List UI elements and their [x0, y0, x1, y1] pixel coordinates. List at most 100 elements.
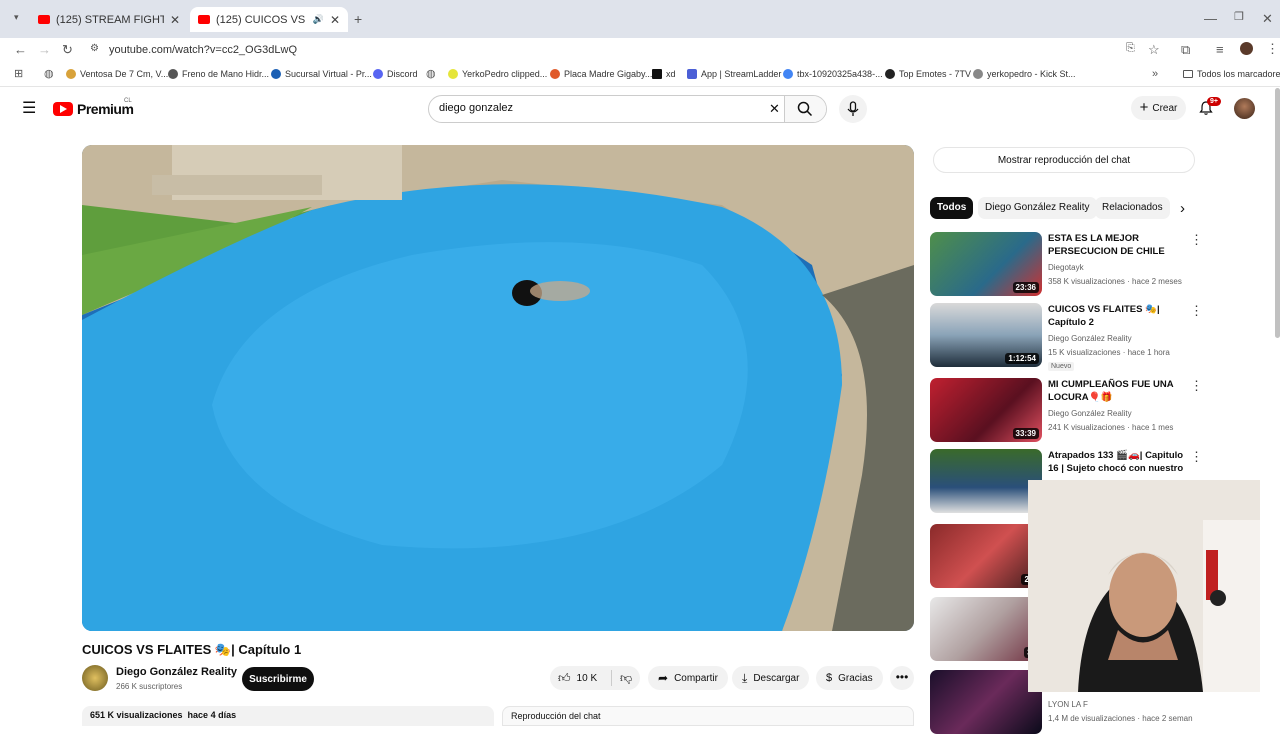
bookmark-item[interactable]: Top Emotes - 7TV: [885, 69, 971, 79]
all-bookmarks-folder[interactable]: Todos los marcadores: [1183, 69, 1280, 79]
tab-search-icon[interactable]: ▾: [14, 13, 19, 22]
more-bookmarks-icon[interactable]: »: [1152, 69, 1158, 80]
thumbnail[interactable]: [930, 449, 1042, 513]
minimize-icon[interactable]: —: [1204, 12, 1217, 25]
channel-name[interactable]: Diego González Reality: [116, 666, 237, 678]
search-button[interactable]: [784, 96, 826, 122]
bookmark-item[interactable]: tbx-10920325a438-...: [783, 69, 883, 79]
bookmark-star-icon[interactable]: ☆: [1148, 43, 1160, 56]
voice-search-button[interactable]: [839, 95, 867, 123]
bookmark-item[interactable]: Placa Madre Gigaby...: [550, 69, 652, 79]
dislike-button[interactable]: 👎︎: [611, 670, 632, 686]
account-avatar[interactable]: [1234, 98, 1255, 119]
download-button[interactable]: ⤓ Descargar: [732, 666, 810, 690]
like-button[interactable]: 👍︎ 10 K: [550, 671, 605, 686]
clear-search-icon[interactable]: ✕: [769, 102, 780, 115]
address-bar[interactable]: youtube.com/watch?v=cc2_OG3dLwQ: [109, 44, 297, 56]
tab-stream-fighters[interactable]: (125) STREAM FIGHTERS 4 "DÍ... ✕: [30, 7, 188, 32]
show-chat-replay-button[interactable]: Mostrar reproducción del chat: [933, 147, 1195, 173]
browser-toolbar: ← → ↻ ⚙ youtube.com/watch?v=cc2_OG3dLwQ …: [0, 38, 1280, 62]
new-tab-icon[interactable]: +: [354, 12, 362, 26]
more-options-icon[interactable]: ⋮: [1190, 450, 1203, 463]
youtube-page: ☰ Premium CL ✕ + Crear 9+: [0, 88, 1280, 734]
search-box[interactable]: ✕: [428, 95, 827, 123]
extensions-icon[interactable]: ⧉: [1181, 43, 1190, 56]
profile-avatar[interactable]: [1240, 42, 1253, 55]
duration-badge: 1:12:54: [1005, 353, 1039, 364]
bookmark-item[interactable]: yerkopedro - Kick St...: [973, 69, 1076, 79]
back-icon[interactable]: ←: [14, 43, 27, 56]
bookmark-item[interactable]: Freno de Mano Hidr...: [168, 69, 269, 79]
chip-todos[interactable]: Todos: [930, 197, 974, 219]
window-close-icon[interactable]: ✕: [1262, 12, 1273, 25]
recommendation-item[interactable]: 23:36 ESTA ES LA MEJOR PERSECUCION DE CH…: [930, 232, 1203, 297]
favicon-icon: [652, 69, 662, 79]
globe-icon[interactable]: ◍: [44, 69, 54, 80]
bookmark-item[interactable]: App | StreamLadder: [687, 69, 781, 79]
bookmark-item[interactable]: YerkoPedro clipped...: [448, 69, 547, 79]
bookmark-item[interactable]: Discord: [373, 69, 418, 79]
close-tab-icon[interactable]: ✕: [330, 13, 340, 27]
bookmark-item[interactable]: Sucursal Virtual - Pr...: [271, 69, 372, 79]
tab-cuicos-vs-flaites[interactable]: (125) CUICOS VS FLAITES 🎭 🔊 ✕: [190, 7, 348, 32]
channel-name[interactable]: Diego González Reality: [1048, 334, 1132, 343]
bookmark-label: Top Emotes - 7TV: [899, 69, 972, 79]
download-icon: ⤓: [742, 670, 748, 685]
thumbnail[interactable]: 1:12:54: [930, 303, 1042, 367]
page-scrollbar[interactable]: [1275, 88, 1280, 338]
site-info-icon[interactable]: ⚙: [90, 44, 99, 54]
browser-tabstrip: ▾ (125) STREAM FIGHTERS 4 "DÍ... ✕ (125)…: [0, 0, 1280, 38]
share-button[interactable]: ➦ Compartir: [648, 666, 728, 690]
search-input[interactable]: [439, 102, 739, 114]
favicon-icon: [66, 69, 76, 79]
favicon-icon: [271, 69, 281, 79]
favicon-icon: [373, 69, 383, 79]
recommendation-item[interactable]: 1:12:54 CUICOS VS FLAITES 🎭| Capítulo 2 …: [930, 303, 1203, 371]
video-title[interactable]: MI CUMPLEAÑOS FUE UNA LOCURA🎈🎁: [1048, 378, 1188, 404]
more-options-icon[interactable]: ⋮: [1190, 379, 1203, 392]
more-actions-button[interactable]: •••: [890, 666, 914, 690]
thumbnail[interactable]: 24:: [930, 524, 1042, 588]
channel-name[interactable]: LYON LA F: [1048, 700, 1088, 709]
channel-name[interactable]: Diegotayk: [1048, 263, 1084, 272]
close-tab-icon[interactable]: ✕: [170, 13, 180, 27]
thumbnail[interactable]: 23:36: [930, 232, 1042, 296]
more-options-icon[interactable]: ⋮: [1190, 304, 1203, 317]
chat-replay-panel[interactable]: Reproducción del chat: [502, 706, 914, 726]
chevron-right-icon[interactable]: ›: [1180, 201, 1185, 216]
youtube-logo-icon[interactable]: [53, 102, 73, 116]
restore-icon[interactable]: ❐: [1234, 12, 1244, 23]
install-icon[interactable]: ⎘: [1126, 43, 1135, 54]
media-icon[interactable]: ≡: [1216, 43, 1224, 56]
streamer-webcam-image: [1028, 480, 1260, 692]
thanks-button[interactable]: $ Gracias: [816, 666, 883, 690]
create-button[interactable]: + Crear: [1131, 96, 1186, 120]
video-title[interactable]: ESTA ES LA MEJOR PERSECUCION DE CHILE: [1048, 232, 1188, 258]
description-box[interactable]: 651 K visualizaciones hace 4 días: [82, 706, 494, 726]
thumbnail[interactable]: 33:39: [930, 378, 1042, 442]
hamburger-menu-icon[interactable]: ☰: [22, 101, 36, 117]
channel-name[interactable]: Diego González Reality: [1048, 409, 1132, 418]
thumbnail[interactable]: 33: [930, 597, 1042, 661]
globe-icon[interactable]: ◍: [426, 69, 436, 80]
reload-icon[interactable]: ↻: [62, 43, 73, 56]
duration-badge: 33:39: [1012, 428, 1039, 439]
subscribe-button[interactable]: Suscribirme: [242, 667, 314, 691]
more-options-icon[interactable]: ⋮: [1190, 233, 1203, 246]
channel-avatar[interactable]: [82, 665, 108, 691]
bookmark-item[interactable]: xd: [652, 69, 676, 79]
forward-icon[interactable]: →: [38, 43, 51, 56]
menu-icon[interactable]: ⋮: [1266, 42, 1279, 55]
notifications-button[interactable]: 9+: [1198, 97, 1221, 118]
apps-icon[interactable]: ⊞: [14, 69, 23, 80]
video-stats: 358 K visualizaciones · hace 2 meses: [1048, 277, 1182, 286]
video-title[interactable]: CUICOS VS FLAITES 🎭| Capítulo 2: [1048, 303, 1188, 329]
bookmark-item[interactable]: Ventosa De 7 Cm, V...: [66, 69, 168, 79]
thumbnail[interactable]: [930, 670, 1042, 734]
chip-diego-gonzalez-reality[interactable]: Diego González Reality: [978, 197, 1097, 219]
video-player[interactable]: [82, 145, 914, 631]
chip-relacionados[interactable]: Relacionados: [1095, 197, 1170, 219]
speaker-icon[interactable]: 🔊: [313, 14, 324, 25]
favicon-icon: [448, 69, 458, 79]
recommendation-item[interactable]: 33:39 MI CUMPLEAÑOS FUE UNA LOCURA🎈🎁 Die…: [930, 378, 1203, 443]
